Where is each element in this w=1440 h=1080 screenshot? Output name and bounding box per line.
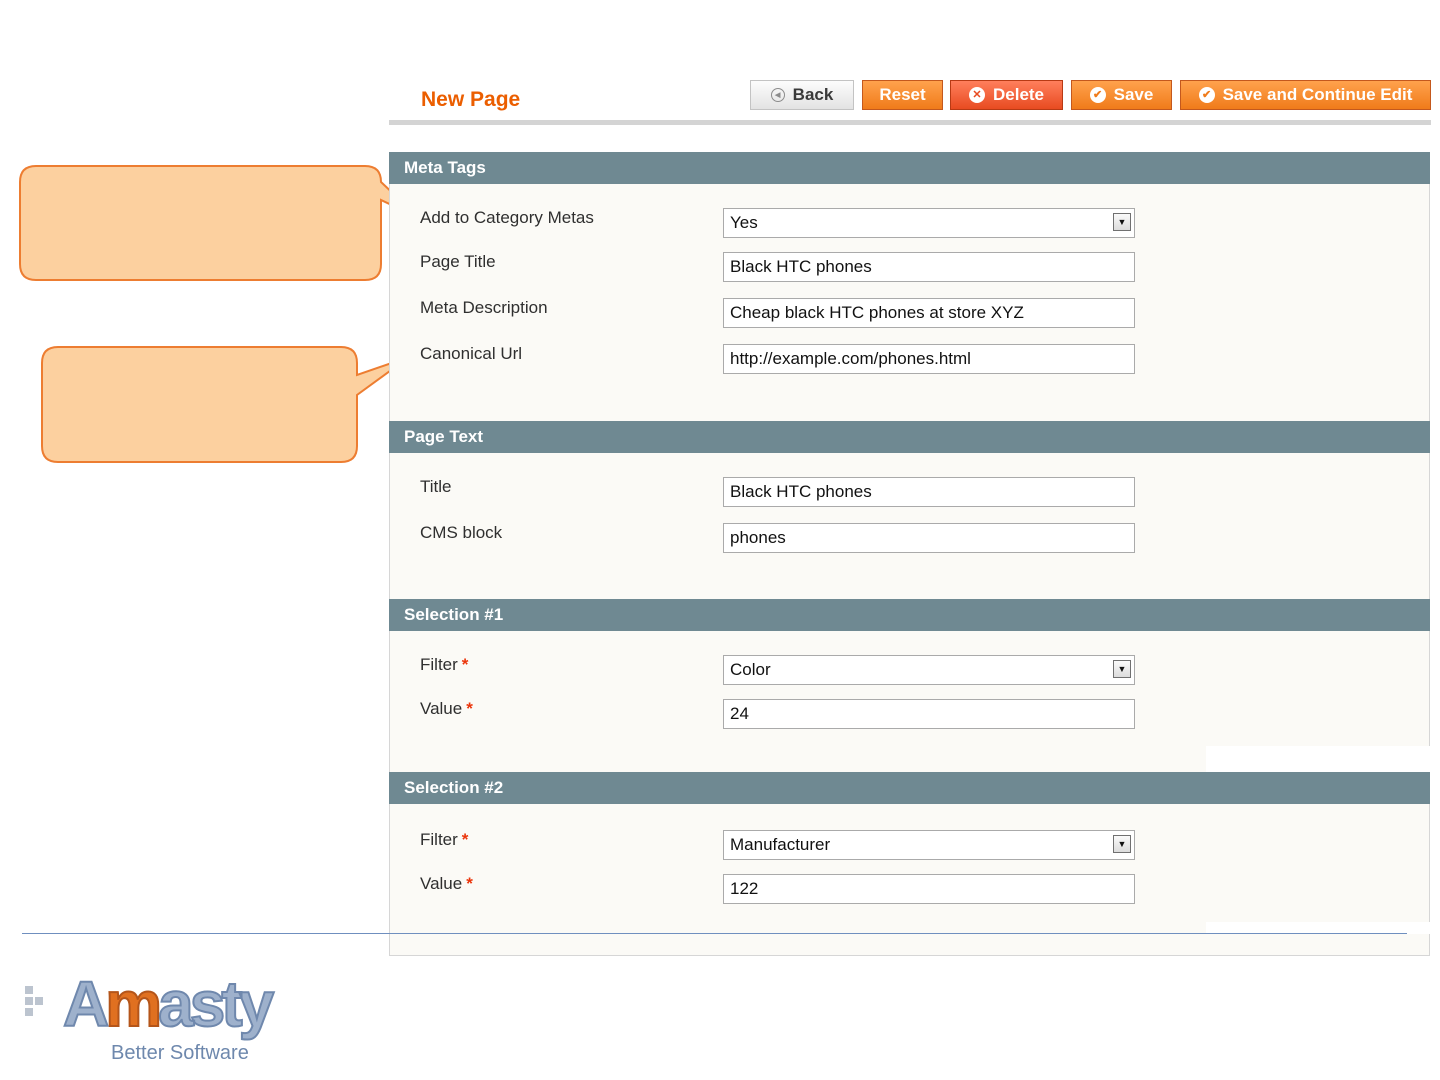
filter-value: Color [730,660,771,679]
filter-label: Filter * [420,830,469,849]
save-button-label: Save [1113,85,1154,104]
page-title-label: Page Title [420,252,496,271]
value-input[interactable]: 24 [723,699,1135,729]
title-label: Title [420,477,452,496]
back-button[interactable]: ◀ Back [750,80,854,110]
page-text-header: Page Text [389,421,1430,453]
check-circle-icon: ✔ [1198,87,1215,103]
delete-button-label: Delete [992,85,1045,104]
callout-canonical-url [41,346,410,463]
meta-tags-body: Add to Category Metas Yes ▼ Page Title B… [389,184,1430,430]
page-title: New Page [421,88,521,111]
canonical-url-input[interactable]: http://example.com/phones.html [723,344,1135,374]
selection-1-header: Selection #1 [389,599,1430,631]
header-divider [389,120,1431,125]
value-input[interactable]: 122 [723,874,1135,904]
meta-tags-header: Meta Tags [389,152,1430,184]
value-label: Value * [420,874,473,893]
add-to-category-metas-select[interactable]: Yes ▼ [723,208,1135,238]
page-title-input[interactable]: Black HTC phones [723,252,1135,282]
filter-value: Manufacturer [730,835,831,854]
required-marker: * [461,655,469,674]
footer-divider [22,933,1407,934]
screenshot-crop-mask [1206,746,1440,772]
back-button-label: Back [792,85,834,104]
canonical-url-label: Canonical Url [420,344,523,363]
add-to-category-metas-label: Add to Category Metas [420,208,594,227]
title-input[interactable]: Black HTC phones [723,477,1135,507]
delete-button[interactable]: ✕ Delete [950,80,1063,110]
back-arrow-icon: ◀ [770,88,785,102]
save-and-continue-button[interactable]: ✔ Save and Continue Edit [1180,80,1431,110]
logo-squares-icon [25,986,45,1016]
delete-circle-x-icon: ✕ [968,87,985,103]
reset-button[interactable]: Reset [862,80,943,110]
required-marker: * [466,699,473,718]
callout-add-to-category [19,165,420,281]
filter-label: Filter * [420,655,469,674]
dropdown-arrow-icon[interactable]: ▼ [1113,660,1131,678]
meta-tags-fieldset: Meta Tags Add to Category Metas Yes ▼ Pa… [389,152,1430,430]
cms-block-label: CMS block [420,523,503,542]
save-and-continue-label: Save and Continue Edit [1222,85,1413,104]
reset-button-label: Reset [879,85,926,104]
filter-select[interactable]: Color ▼ [723,655,1135,685]
required-marker: * [466,874,473,893]
dropdown-arrow-icon[interactable]: ▼ [1113,835,1131,853]
save-button[interactable]: ✔ Save [1071,80,1172,110]
meta-description-label: Meta Description [420,298,548,317]
logo-tagline: Better Software [111,1042,249,1064]
logo-wordmark: Amasty [62,968,275,1040]
meta-description-input[interactable]: Cheap black HTC phones at store XYZ [723,298,1135,328]
required-marker: * [461,830,469,849]
filter-select[interactable]: Manufacturer ▼ [723,830,1135,860]
value-label: Value * [420,699,473,718]
add-to-category-metas-value: Yes [730,213,758,232]
dropdown-arrow-icon[interactable]: ▼ [1113,213,1131,231]
page-text-fieldset: Page Text Title Black HTC phones CMS blo… [389,421,1430,608]
cms-block-input[interactable]: phones [723,523,1135,553]
check-circle-icon: ✔ [1089,87,1106,103]
page-text-body: Title Black HTC phones CMS block phones [389,453,1430,608]
selection-2-header: Selection #2 [389,772,1430,804]
